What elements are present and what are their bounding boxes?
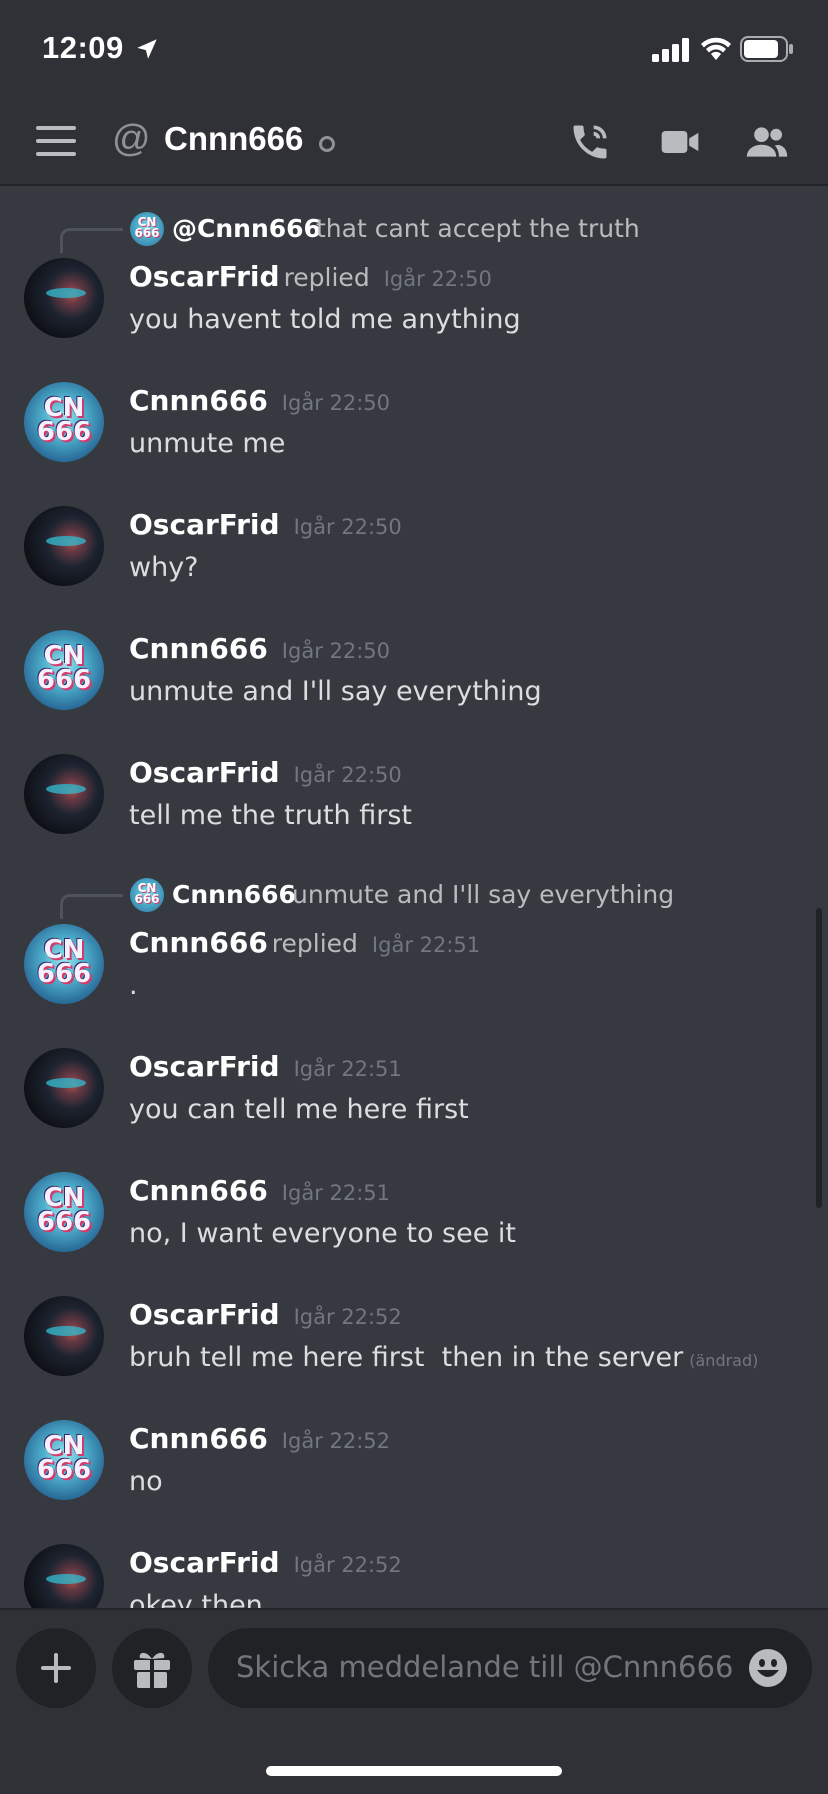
wifi-icon	[701, 37, 731, 60]
timestamp: Igår 22:51	[371, 933, 481, 957]
reply-avatar: CN 666	[130, 878, 164, 912]
author-name[interactable]: Cnnn666	[129, 926, 268, 959]
menu-icon[interactable]	[36, 126, 76, 156]
signal-icon	[652, 38, 689, 62]
message-text: no	[129, 1466, 163, 1497]
author-name[interactable]: Cnnn666	[129, 1174, 268, 1207]
gift-button[interactable]	[112, 1628, 192, 1708]
video-icon[interactable]	[658, 120, 702, 164]
message-text: you havent told me anything	[129, 304, 521, 335]
timestamp: Igår 22:50	[281, 639, 391, 663]
message-text: .	[129, 970, 138, 1001]
reply-connector	[60, 894, 123, 919]
avatar[interactable]: CN 666	[24, 382, 104, 462]
author-name[interactable]: Cnnn666	[129, 632, 268, 665]
timestamp: Igår 22:52	[293, 1305, 402, 1329]
timestamp: Igår 22:50	[293, 515, 402, 539]
edited-label: (ändrad)	[689, 1351, 759, 1370]
author-name[interactable]: OscarFrid	[129, 508, 280, 541]
reply-connector	[60, 228, 123, 253]
message-body: bruh tell me here first then in the serv…	[129, 1342, 684, 1373]
replied-label: replied	[283, 263, 370, 292]
author-name[interactable]: Cnnn666	[129, 384, 268, 417]
avatar[interactable]: CN 666	[24, 630, 104, 710]
status-bar: 12:09	[0, 0, 828, 100]
dm-header: @ Cnnn666	[0, 100, 828, 186]
message-text: bruh tell me here first then in the serv…	[129, 1342, 758, 1373]
reply-author[interactable]: @Cnnn666	[172, 214, 321, 243]
reply-preview[interactable]: that cant accept the truth	[316, 214, 640, 243]
avatar[interactable]	[24, 506, 104, 586]
add-attachment-button[interactable]	[16, 1628, 96, 1708]
avatar[interactable]: CN 666	[24, 1172, 104, 1252]
message-text: no, I want everyone to see it	[129, 1218, 517, 1249]
message-list[interactable]: CN 666 @Cnnn666 that cant accept the tru…	[0, 186, 828, 1610]
message-text: you can tell me here first	[129, 1094, 469, 1125]
home-indicator[interactable]	[266, 1766, 562, 1776]
timestamp: Igår 22:51	[293, 1057, 402, 1081]
timestamp: Igår 22:50	[293, 763, 402, 787]
author-name[interactable]: OscarFrid	[129, 1050, 280, 1083]
channel-title[interactable]: Cnnn666	[164, 120, 303, 158]
avatar[interactable]: CN 666	[24, 924, 104, 1004]
author-name[interactable]: OscarFrid	[129, 260, 280, 293]
timestamp: Igår 22:51	[281, 1181, 391, 1205]
battery-icon	[740, 36, 793, 62]
reply-author[interactable]: Cnnn666	[172, 880, 296, 909]
timestamp: Igår 22:50	[281, 391, 391, 415]
avatar[interactable]	[24, 1048, 104, 1128]
plus-icon	[41, 1653, 71, 1683]
timestamp: Igår 22:52	[293, 1553, 402, 1577]
message-input-placeholder: Skicka meddelande till @Cnnn666	[236, 1650, 734, 1684]
timestamp: Igår 22:50	[383, 267, 492, 291]
avatar[interactable]	[24, 1296, 104, 1376]
status-indicator	[319, 136, 335, 152]
at-icon: @	[112, 118, 151, 160]
timestamp: Igår 22:52	[281, 1429, 391, 1453]
author-name[interactable]: OscarFrid	[129, 756, 280, 789]
status-time: 12:09	[42, 30, 124, 65]
message-text: okey then	[129, 1590, 263, 1610]
author-name[interactable]: Cnnn666	[129, 1422, 268, 1455]
replied-label: replied	[271, 929, 358, 958]
emoji-icon[interactable]	[748, 1648, 788, 1688]
phone-icon[interactable]	[568, 120, 612, 164]
reply-avatar: CN 666	[130, 212, 164, 246]
message-text: tell me the truth first	[129, 800, 413, 831]
author-name[interactable]: OscarFrid	[129, 1546, 280, 1579]
gift-icon	[134, 1652, 170, 1688]
message-text: why?	[129, 552, 199, 583]
message-input[interactable]: Skicka meddelande till @Cnnn666	[208, 1628, 812, 1708]
scrollbar[interactable]	[816, 908, 822, 1208]
message-text: unmute me	[129, 428, 286, 459]
location-arrow-icon	[137, 39, 157, 59]
members-icon[interactable]	[744, 120, 790, 164]
reply-preview[interactable]: unmute and I'll say everything	[292, 880, 674, 909]
message-text: unmute and I'll say everything	[129, 676, 542, 707]
avatar[interactable]	[24, 1544, 104, 1610]
author-name[interactable]: OscarFrid	[129, 1298, 280, 1331]
avatar[interactable]	[24, 754, 104, 834]
avatar[interactable]: CN 666	[24, 1420, 104, 1500]
avatar[interactable]	[24, 258, 104, 338]
